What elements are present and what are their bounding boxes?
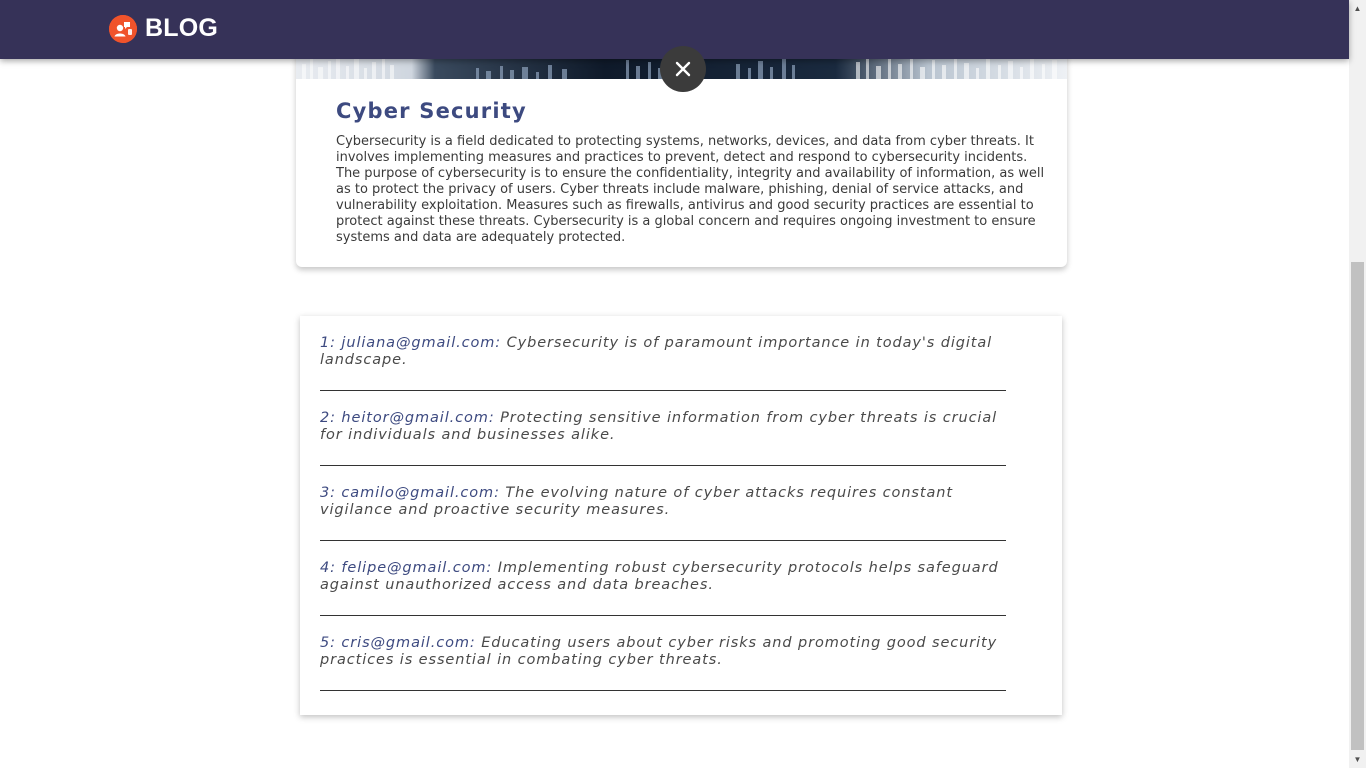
article-title: Cyber Security <box>336 99 527 123</box>
comment-text: 5: cris@gmail.com: Educating users about… <box>320 635 1006 669</box>
comment-item: 3: camilo@gmail.com: The evolving nature… <box>320 466 1006 541</box>
comment-item: 5: cris@gmail.com: Educating users about… <box>320 616 1006 691</box>
vertical-scrollbar[interactable]: ▲ ▼ <box>1349 0 1366 768</box>
comment-item: 4: felipe@gmail.com: Implementing robust… <box>320 541 1006 616</box>
comment-text: 4: felipe@gmail.com: Implementing robust… <box>320 560 1006 594</box>
comment-text: 1: juliana@gmail.com: Cybersecurity is o… <box>320 335 1006 369</box>
comment-author: 4: felipe@gmail.com: <box>320 560 493 576</box>
comment-text: 2: heitor@gmail.com: Protecting sensitiv… <box>320 410 1006 444</box>
brand-title[interactable]: BLOG <box>145 14 218 43</box>
scroll-down-arrow-icon[interactable]: ▼ <box>1349 751 1366 768</box>
comment-author: 1: juliana@gmail.com: <box>320 335 502 351</box>
comment-item: 1: juliana@gmail.com: Cybersecurity is o… <box>320 316 1006 391</box>
comment-author: 5: cris@gmail.com: <box>320 635 476 651</box>
comments-card: 1: juliana@gmail.com: Cybersecurity is o… <box>300 316 1062 715</box>
close-button[interactable] <box>660 46 706 92</box>
scrollbar-thumb[interactable] <box>1351 262 1364 750</box>
comment-text: 3: camilo@gmail.com: The evolving nature… <box>320 485 1006 519</box>
comment-author: 3: camilo@gmail.com: <box>320 485 500 501</box>
scroll-up-arrow-icon[interactable]: ▲ <box>1349 0 1366 17</box>
close-icon <box>675 61 691 77</box>
comment-author: 2: heitor@gmail.com: <box>320 410 495 426</box>
comment-item: 2: heitor@gmail.com: Protecting sensitiv… <box>320 391 1006 466</box>
blog-logo-icon[interactable] <box>109 15 137 43</box>
article-body: Cybersecurity is a field dedicated to pr… <box>336 134 1045 245</box>
